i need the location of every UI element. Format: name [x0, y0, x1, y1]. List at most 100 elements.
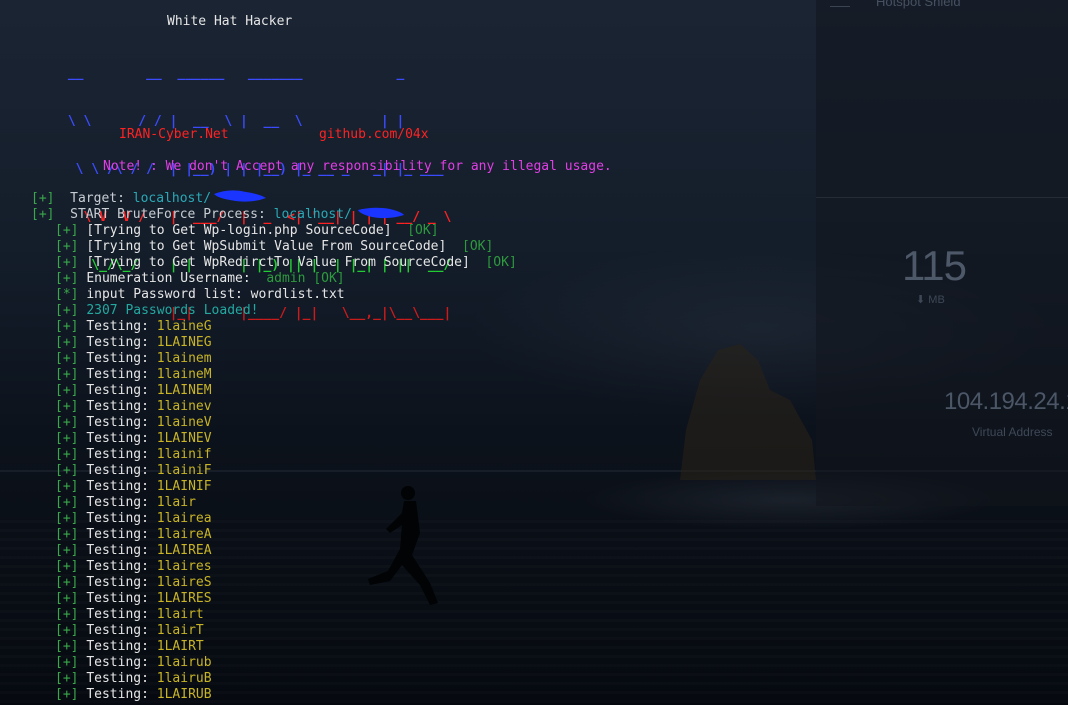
- vpn-ip-label: Virtual Address: [972, 425, 1053, 439]
- terminal-output: White Hat Hacker __ __ ______ _______ _ …: [0, 0, 612, 702]
- start-line: [+] START BruteForce Process: localhost/: [31, 207, 352, 222]
- step-tag: [+]: [55, 271, 79, 286]
- vpn-virtual-ip: 104.194.24.1: [944, 388, 1068, 415]
- password-candidate: 1lainif: [156, 447, 212, 462]
- testing-line: [+] Testing: 1laineM: [55, 367, 212, 383]
- sea-rock-silhouette: [680, 344, 816, 480]
- step-tag: [+]: [55, 671, 79, 686]
- testing-line: [+] Testing: 1lainiF: [55, 463, 212, 479]
- site-left-link: IRAN-Cyber.Net: [119, 127, 229, 142]
- testing-line: [+] Testing: 1lairuB: [55, 671, 212, 687]
- testing-label: Testing:: [86, 351, 149, 366]
- testing-label: Testing:: [86, 607, 149, 622]
- vpn-app-title: Hotspot Shield: [876, 0, 961, 9]
- testing-line: [+] Testing: 1LAIRT: [55, 639, 204, 655]
- step-tag: [+]: [55, 223, 79, 238]
- testing-line: [+] Testing: 1laineV: [55, 415, 212, 431]
- password-candidate: 1laireA: [156, 527, 212, 542]
- testing-label: Testing:: [86, 559, 149, 574]
- step-tag: [+]: [55, 559, 79, 574]
- testing-line: [+] Testing: 1laires: [55, 559, 212, 575]
- password-candidate: 1lair: [156, 495, 196, 510]
- step-tag: [+]: [55, 383, 79, 398]
- password-candidate: 1lairea: [156, 511, 212, 526]
- testing-line: [+] Testing: 1lairt: [55, 607, 204, 623]
- step-tag: [+]: [55, 399, 79, 414]
- testing-label: Testing:: [86, 591, 149, 606]
- testing-label: Testing:: [86, 479, 149, 494]
- password-candidate: 1LAIRES: [156, 591, 212, 606]
- step-tag: [+]: [55, 623, 79, 638]
- password-candidate: 1LAINEM: [156, 383, 212, 398]
- banner-title: White Hat Hacker: [167, 14, 293, 29]
- testing-line: [+] Testing: 1laireS: [55, 575, 212, 591]
- testing-line: [+] Testing: 1LAINIF: [55, 479, 212, 495]
- password-candidate: 1laireS: [156, 575, 212, 590]
- vpn-speed-value: 115: [902, 242, 967, 289]
- step-tag: [+]: [55, 639, 79, 654]
- password-candidate: 1lainiF: [156, 463, 212, 478]
- menu-icon[interactable]: [830, 0, 850, 7]
- testing-label: Testing:: [86, 415, 149, 430]
- passwords-loaded: 2307 Passwords Loaded!: [86, 303, 259, 318]
- target-line: [+] Target: localhost/: [31, 191, 212, 206]
- step-line: [+] [Trying to Get WpSubmit Value From S…: [55, 239, 493, 255]
- enum-username: admin: [266, 271, 306, 286]
- step-tag: [+]: [55, 607, 79, 622]
- testing-line: [+] Testing: 1laineG: [55, 319, 212, 335]
- step-text: [Trying to Get WpRedirctTo Value From So…: [86, 255, 470, 270]
- testing-label: Testing:: [86, 335, 149, 350]
- testing-label: Testing:: [86, 543, 149, 558]
- testing-line: [+] Testing: 1LAINEV: [55, 431, 212, 447]
- testing-label: Testing:: [86, 431, 149, 446]
- step-tag: [+]: [55, 351, 79, 366]
- testing-line: [+] Testing: 1lainev: [55, 399, 212, 415]
- desktop-screen: Hotspot Shield 115 ⬇ MB 104.194.24.1 Vir…: [0, 0, 1068, 705]
- wordlist-text: input Password list: wordlist.txt: [86, 287, 345, 302]
- testing-line: [+] Testing: 1lairub: [55, 655, 212, 671]
- testing-label: Testing:: [86, 447, 149, 462]
- step-tag: [+]: [55, 687, 79, 702]
- password-candidate: 1lairt: [156, 607, 204, 622]
- password-candidate: 1LAIRT: [156, 639, 204, 654]
- password-candidate: 1lairuB: [156, 671, 212, 686]
- step-tag: [+]: [55, 367, 79, 382]
- enum-label: Enumeration Username:: [86, 271, 251, 286]
- testing-label: Testing:: [86, 687, 149, 702]
- testing-line: [+] Testing: 1lairea: [55, 511, 212, 527]
- testing-label: Testing:: [86, 383, 149, 398]
- testing-label: Testing:: [86, 495, 149, 510]
- step-tag: [+]: [55, 495, 79, 510]
- testing-label: Testing:: [86, 671, 149, 686]
- step-tag: [+]: [55, 511, 79, 526]
- step-line: [+] [Trying to Get Wp-login.php SourceCo…: [55, 223, 439, 239]
- testing-line: [+] Testing: 1lainem: [55, 351, 212, 367]
- enumeration-line: [+] Enumeration Username: admin [OK]: [55, 271, 345, 287]
- step-tag: [*]: [55, 287, 79, 302]
- step-tag: [+]: [55, 463, 79, 478]
- step-tag: [+]: [55, 479, 79, 494]
- site-right-link: github.com/04x: [319, 127, 429, 142]
- password-candidate: 1LAIRUB: [156, 687, 212, 702]
- password-candidate: 1laineG: [156, 319, 212, 334]
- redaction-scribble: [214, 190, 266, 202]
- testing-label: Testing:: [86, 623, 149, 638]
- loaded-line: [+] 2307 Passwords Loaded!: [55, 303, 259, 319]
- vpn-speed-unit: ⬇ MB: [916, 294, 945, 306]
- testing-line: [+] Testing: 1laireA: [55, 527, 212, 543]
- password-candidate: 1lairT: [156, 623, 204, 638]
- step-tag: [+]: [55, 303, 79, 318]
- step-line: [+] [Trying to Get WpRedirctTo Value Fro…: [55, 255, 517, 271]
- hotspot-shield-panel: Hotspot Shield 115 ⬇ MB 104.194.24.1 Vir…: [816, 0, 1068, 506]
- testing-label: Testing:: [86, 399, 149, 414]
- step-tag: [+]: [55, 431, 79, 446]
- redaction-scribble: [358, 207, 404, 219]
- testing-line: [+] Testing: 1lainif: [55, 447, 212, 463]
- step-text: [Trying to Get WpSubmit Value From Sourc…: [86, 239, 447, 254]
- testing-label: Testing:: [86, 511, 149, 526]
- ok-badge: [OK]: [462, 239, 494, 254]
- step-tag: [+]: [55, 319, 79, 334]
- password-candidate: 1LAINEV: [156, 431, 212, 446]
- step-tag: [+]: [55, 543, 79, 558]
- testing-label: Testing:: [86, 367, 149, 382]
